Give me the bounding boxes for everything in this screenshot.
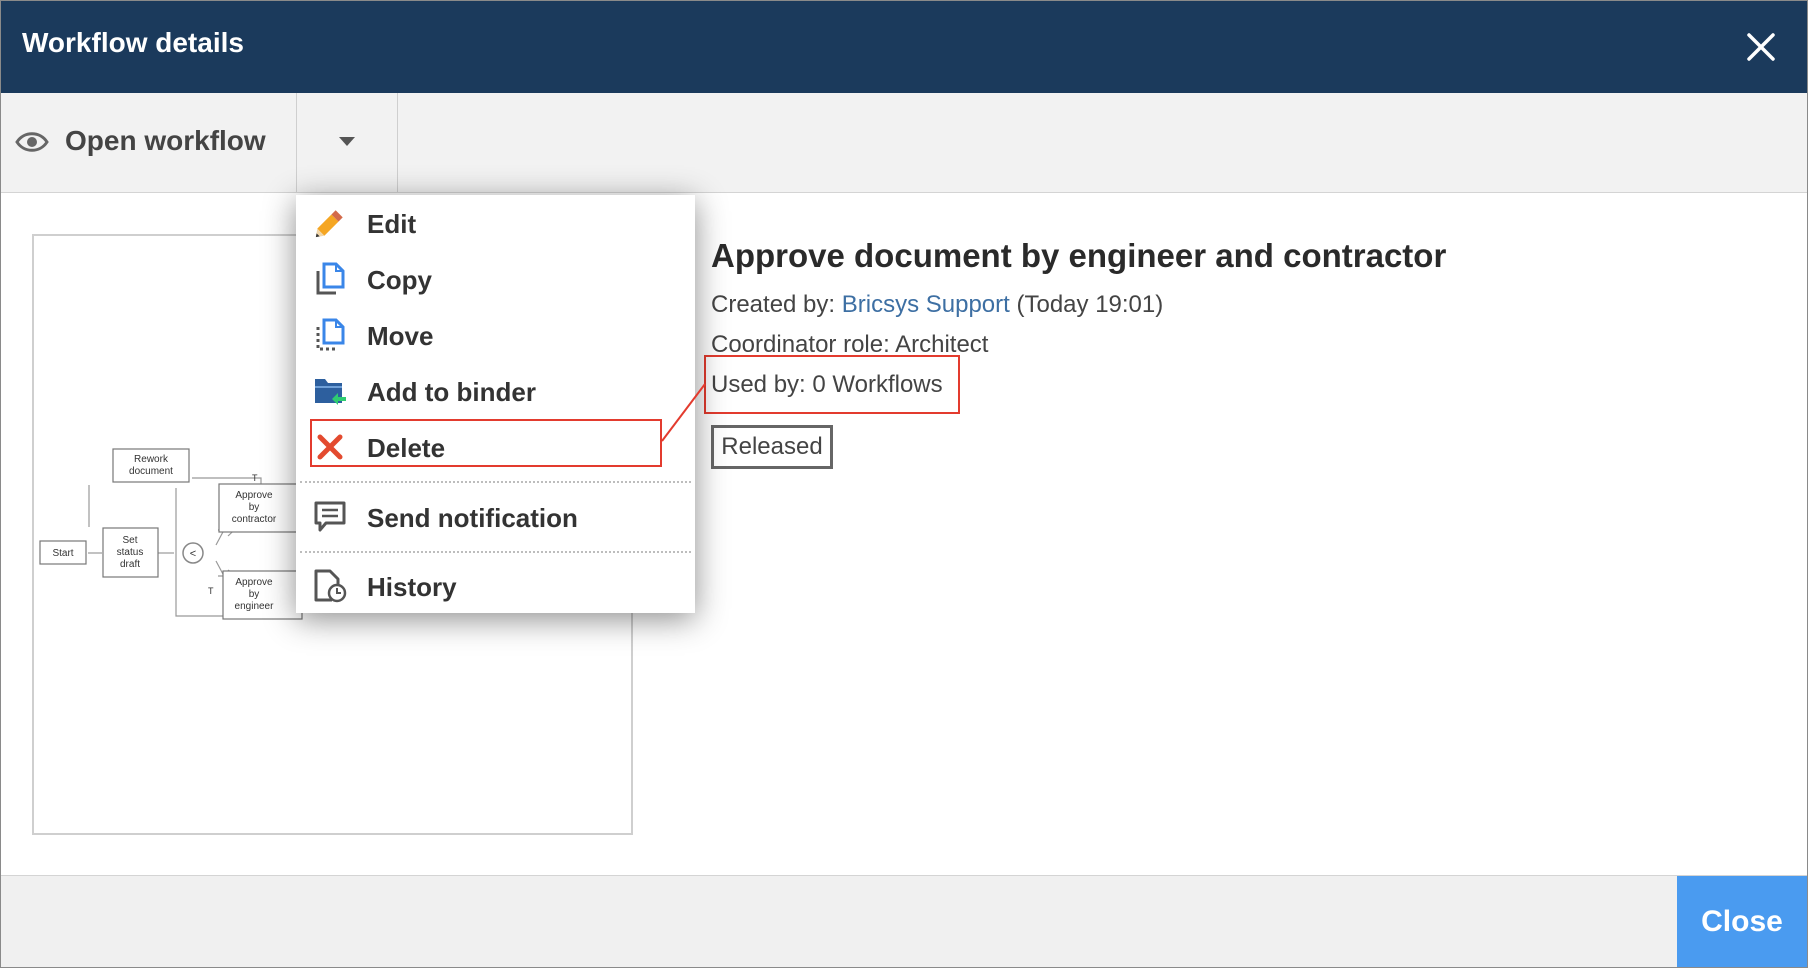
created-time: (Today 19:01) (1016, 291, 1164, 318)
status-badge: Released (711, 425, 833, 469)
copy-icon (316, 262, 345, 295)
open-workflow-button[interactable]: Open workflow (1, 93, 296, 192)
dialog-header: Workflow details (1, 1, 1807, 93)
created-by-link[interactable]: Bricsys Support (842, 291, 1010, 318)
menu-item-edit[interactable]: Edit (296, 197, 695, 249)
created-by-line: Created by: Bricsys Support (Today 19:01… (711, 291, 1163, 319)
menu-item-history[interactable]: History (296, 560, 695, 612)
diagram-node-set-status-line1: Set (122, 535, 137, 546)
close-icon[interactable] (1741, 27, 1781, 67)
diagram-edge-label-bottom: T (208, 586, 214, 596)
menu-item-label: Send notification (367, 503, 578, 533)
eye-icon (15, 132, 49, 152)
diagram-node-engineer-line3: engineer (235, 601, 275, 612)
open-workflow-label: Open workflow (65, 125, 266, 156)
notification-icon (314, 501, 346, 532)
diagram-node-engineer-line2: by (249, 589, 260, 600)
delete-highlight (310, 419, 662, 467)
history-icon (314, 569, 347, 603)
more-actions-dropdown-button[interactable] (296, 93, 398, 192)
diagram-edge-label-top: T (252, 473, 258, 483)
menu-item-move[interactable]: Move (296, 309, 695, 361)
menu-divider (300, 481, 691, 483)
created-by-label: Created by: (711, 291, 836, 318)
menu-item-label: Move (367, 321, 434, 351)
diagram-node-set-status-line2: status (117, 547, 144, 558)
used-by-highlight (704, 355, 960, 414)
add-to-binder-icon (315, 379, 346, 405)
menu-item-label: Edit (367, 209, 417, 239)
menu-item-label: History (367, 572, 457, 602)
menu-item-label: Add to binder (367, 377, 536, 407)
workflow-details-dialog: Workflow details Open workflow Rework do… (0, 0, 1808, 968)
diagram-gateway-label: < (190, 548, 196, 560)
diagram-node-contractor-line3: contractor (232, 514, 277, 525)
menu-item-send-notification[interactable]: Send notification (296, 491, 695, 543)
menu-item-add-to-binder[interactable]: Add to binder (296, 365, 695, 417)
menu-item-copy[interactable]: Copy (296, 253, 695, 305)
actions-dropdown-menu: Edit Copy Move Add to binder Delete Send… (296, 195, 695, 613)
diagram-node-contractor-line2: by (249, 502, 260, 513)
close-button[interactable]: Close (1677, 876, 1807, 967)
caret-down-icon (339, 137, 355, 146)
toolbar: Open workflow (1, 93, 1807, 193)
dialog-footer: Close (1, 875, 1807, 967)
move-icon (316, 318, 345, 351)
workflow-name: Approve document by engineer and contrac… (711, 237, 1447, 274)
diagram-node-set-status-line3: draft (120, 559, 140, 570)
menu-item-label: Copy (367, 265, 432, 295)
diagram-node-start: Start (52, 548, 73, 559)
pencil-icon (315, 210, 343, 238)
diagram-node-contractor-line1: Approve (235, 490, 273, 501)
dialog-title: Workflow details (22, 27, 244, 58)
menu-divider (300, 551, 691, 553)
diagram-node-rework-line1: Rework (134, 454, 169, 465)
diagram-node-engineer-line1: Approve (235, 577, 273, 588)
diagram-node-rework-line2: document (129, 466, 173, 477)
